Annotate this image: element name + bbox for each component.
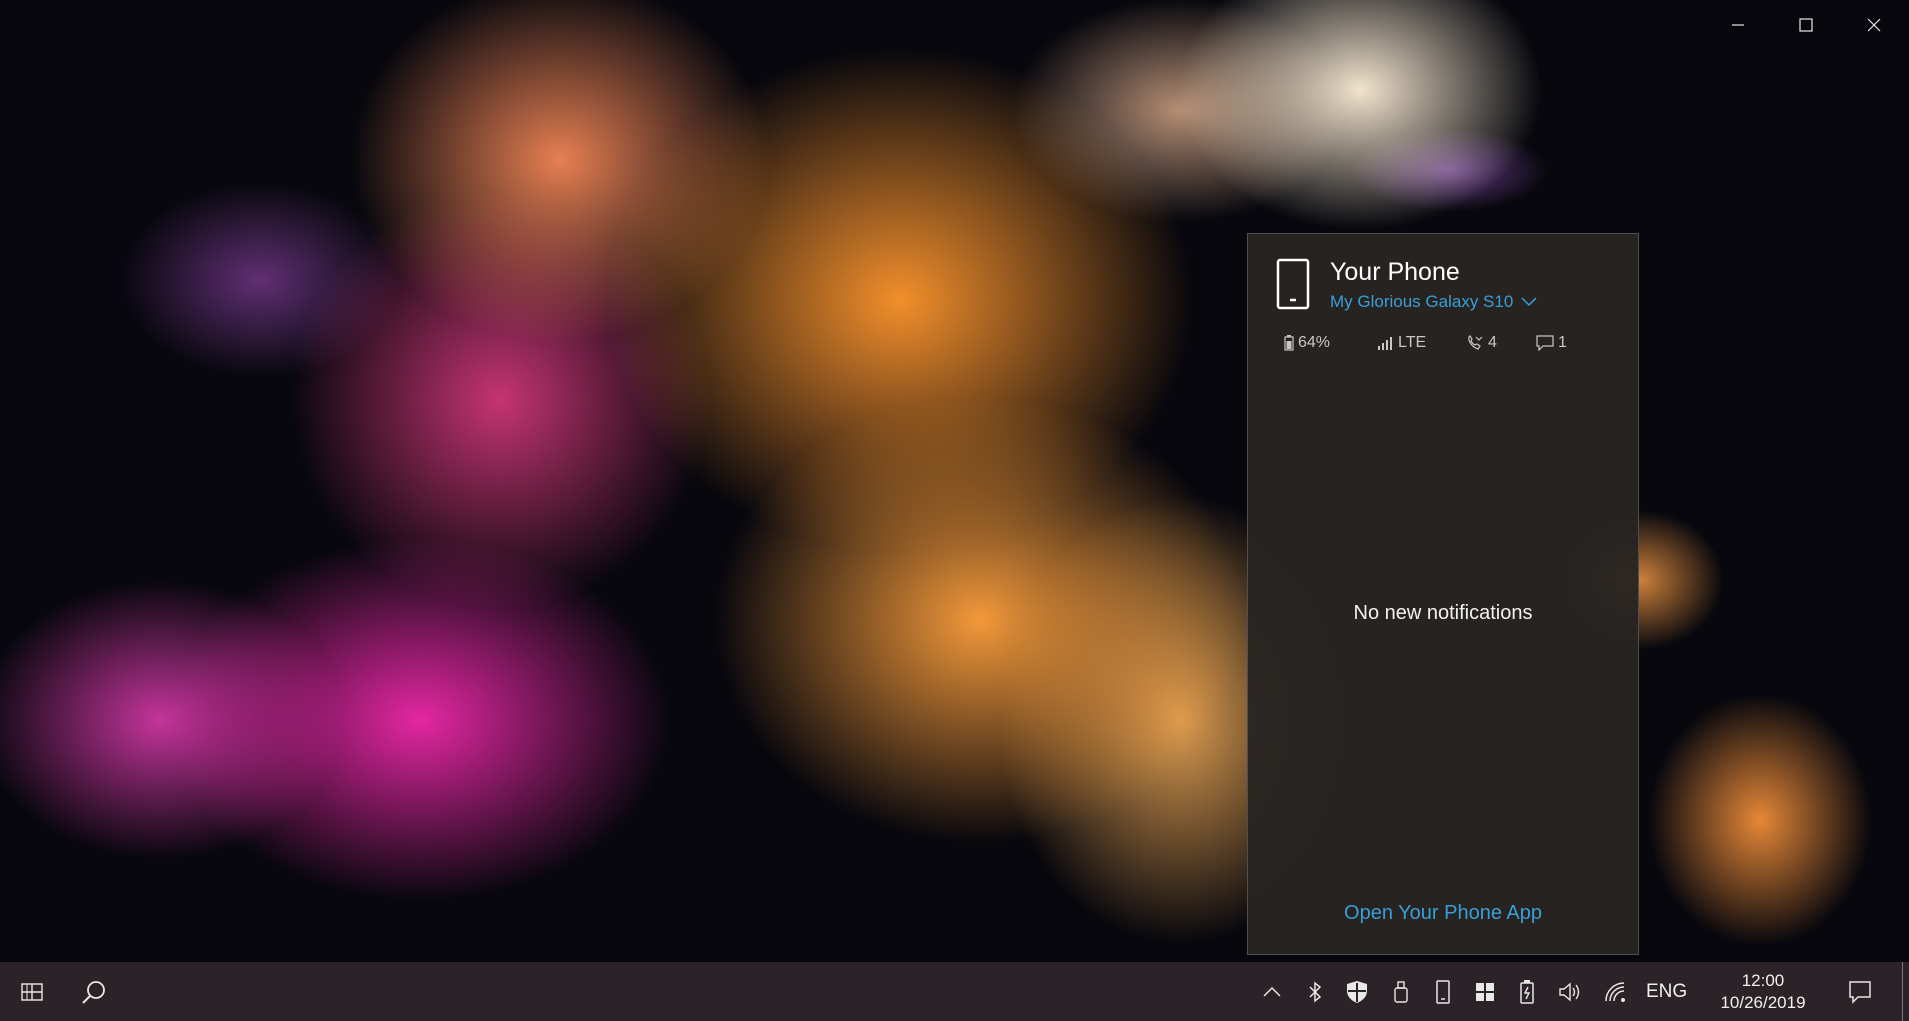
- device-selector[interactable]: My Glorious Galaxy S10: [1330, 292, 1537, 312]
- input-language[interactable]: ENG: [1646, 981, 1687, 1003]
- start-icon: [21, 982, 43, 1001]
- search-icon: [82, 980, 105, 1004]
- messages-status: 1: [1536, 334, 1567, 352]
- action-center-button[interactable]: [1840, 962, 1880, 1021]
- taskbar: ENG 12:00 10/26/2019: [0, 962, 1909, 1021]
- missed-calls-status: 4: [1466, 334, 1536, 352]
- maximize-icon: [1799, 18, 1813, 32]
- windows-tray-button[interactable]: [1470, 962, 1500, 1021]
- your-phone-flyout: Your Phone My Glorious Galaxy S10 64% LT…: [1247, 233, 1639, 955]
- clock[interactable]: 12:00 10/26/2019: [1708, 970, 1818, 1014]
- desktop-wallpaper: Your Phone My Glorious Galaxy S10 64% LT…: [0, 0, 1909, 962]
- usb-icon: [1394, 980, 1408, 1003]
- chevron-down-icon: [1521, 297, 1537, 307]
- message-icon: [1536, 335, 1554, 351]
- phone-icon: [1436, 979, 1450, 1004]
- defender-shield-icon: [1347, 980, 1367, 1003]
- missed-calls-count: 4: [1488, 334, 1497, 351]
- empty-notifications-message: No new notifications: [1353, 602, 1533, 624]
- clock-time: 12:00: [1741, 971, 1785, 990]
- phone-icon: [1276, 258, 1310, 310]
- usb-tray-button[interactable]: [1386, 962, 1416, 1021]
- flyout-title: Your Phone: [1330, 258, 1460, 286]
- clock-date: 10/26/2019: [1720, 993, 1806, 1012]
- messages-count: 1: [1558, 334, 1567, 351]
- battery-percent: 64%: [1298, 334, 1331, 351]
- windows-icon: [1476, 982, 1494, 1001]
- minimize-button[interactable]: [1704, 0, 1772, 50]
- wifi-icon: [1605, 981, 1625, 1002]
- battery-status: 64%: [1284, 334, 1378, 352]
- signal-type: LTE: [1398, 334, 1427, 351]
- signal-status: LTE: [1378, 334, 1466, 352]
- signal-icon: [1378, 337, 1392, 350]
- battery-icon: [1284, 335, 1294, 351]
- your-phone-tray-button[interactable]: [1428, 962, 1458, 1021]
- show-hidden-icons-button[interactable]: [1258, 962, 1286, 1021]
- phone-battery-tray-button[interactable]: [1512, 962, 1542, 1021]
- bluetooth-tray-button[interactable]: [1300, 962, 1330, 1021]
- security-tray-button[interactable]: [1342, 962, 1372, 1021]
- start-button[interactable]: [8, 962, 56, 1021]
- minimize-icon: [1732, 24, 1744, 26]
- bluetooth-icon: [1309, 980, 1322, 1003]
- close-icon: [1867, 18, 1881, 32]
- phone-battery-icon: [1520, 979, 1534, 1004]
- show-desktop-divider[interactable]: [1902, 962, 1903, 1021]
- volume-icon: [1559, 982, 1580, 1001]
- close-button[interactable]: [1840, 0, 1908, 50]
- device-name: My Glorious Galaxy S10: [1330, 292, 1514, 311]
- network-tray-button[interactable]: [1600, 962, 1630, 1021]
- volume-tray-button[interactable]: [1556, 962, 1586, 1021]
- maximize-button[interactable]: [1772, 0, 1840, 50]
- phone-status-bar: 64% LTE 4 1: [1284, 334, 1567, 352]
- action-center-icon: [1849, 980, 1871, 1004]
- missed-call-icon: [1468, 335, 1483, 350]
- open-your-phone-app-link[interactable]: Open Your Phone App: [1248, 902, 1638, 925]
- search-button[interactable]: [70, 962, 118, 1021]
- chevron-up-icon: [1263, 986, 1281, 997]
